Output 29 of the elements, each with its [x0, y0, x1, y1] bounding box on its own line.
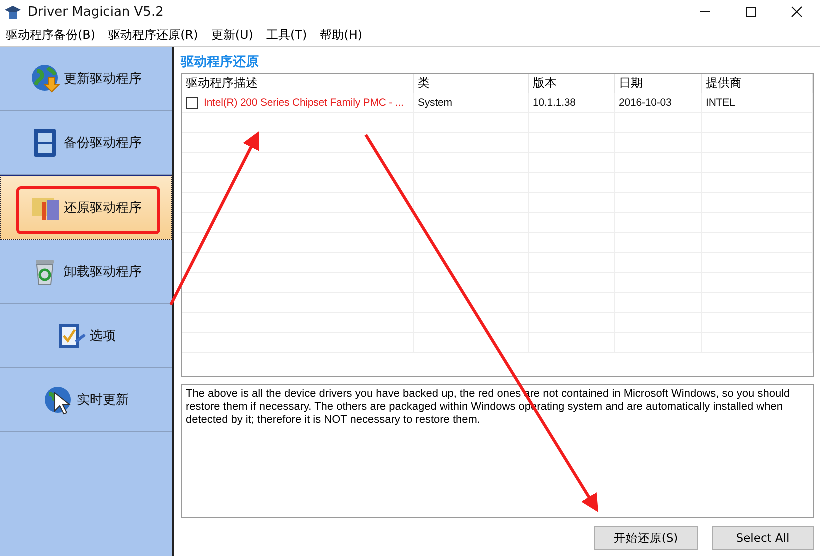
sidebar-item[interactable]: 还原驱动程序 — [0, 175, 172, 240]
menu-item[interactable]: 更新(U) — [205, 26, 260, 44]
start-restore-button[interactable]: 开始还原(S) — [594, 526, 698, 550]
menu-item[interactable]: 工具(T) — [260, 26, 314, 44]
table-cell: INTEL — [706, 96, 736, 108]
column-header[interactable]: 版本 — [529, 74, 615, 93]
close-icon — [791, 6, 803, 18]
column-header[interactable]: 提供商 — [702, 74, 813, 93]
sidebar-item[interactable]: 选项 — [0, 304, 172, 368]
column-header[interactable]: 类 — [414, 74, 529, 93]
table-cell: 2016-10-03 — [619, 96, 672, 108]
table-cell: 10.1.1.38 — [533, 96, 576, 108]
sidebar-item[interactable]: 卸载驱动程序 — [0, 240, 172, 304]
globe-download-icon — [30, 62, 60, 94]
table-cell: System — [418, 96, 452, 108]
app-icon — [4, 4, 22, 20]
table-cell: Intel(R) 200 Series Chipset Family PMC - ... — [204, 96, 404, 108]
window-title: Driver Magician V5.2 — [28, 4, 164, 20]
maximize-icon — [745, 6, 757, 18]
menu-item[interactable]: 驱动程序还原(R) — [102, 26, 206, 44]
column-header[interactable]: 日期 — [615, 74, 702, 93]
menu-item[interactable]: 帮助(H) — [314, 26, 370, 44]
sidebar-item[interactable]: 实时更新 — [0, 368, 172, 432]
sidebar-item[interactable]: 更新驱动程序 — [0, 47, 172, 111]
menu-item[interactable]: 驱动程序备份(B) — [0, 26, 103, 44]
section-heading: 驱动程序还原 — [181, 54, 260, 72]
checkbox[interactable] — [186, 96, 198, 108]
column-header[interactable]: 驱动程序描述 — [182, 74, 414, 93]
select-all-button[interactable]: Select All — [712, 526, 814, 550]
